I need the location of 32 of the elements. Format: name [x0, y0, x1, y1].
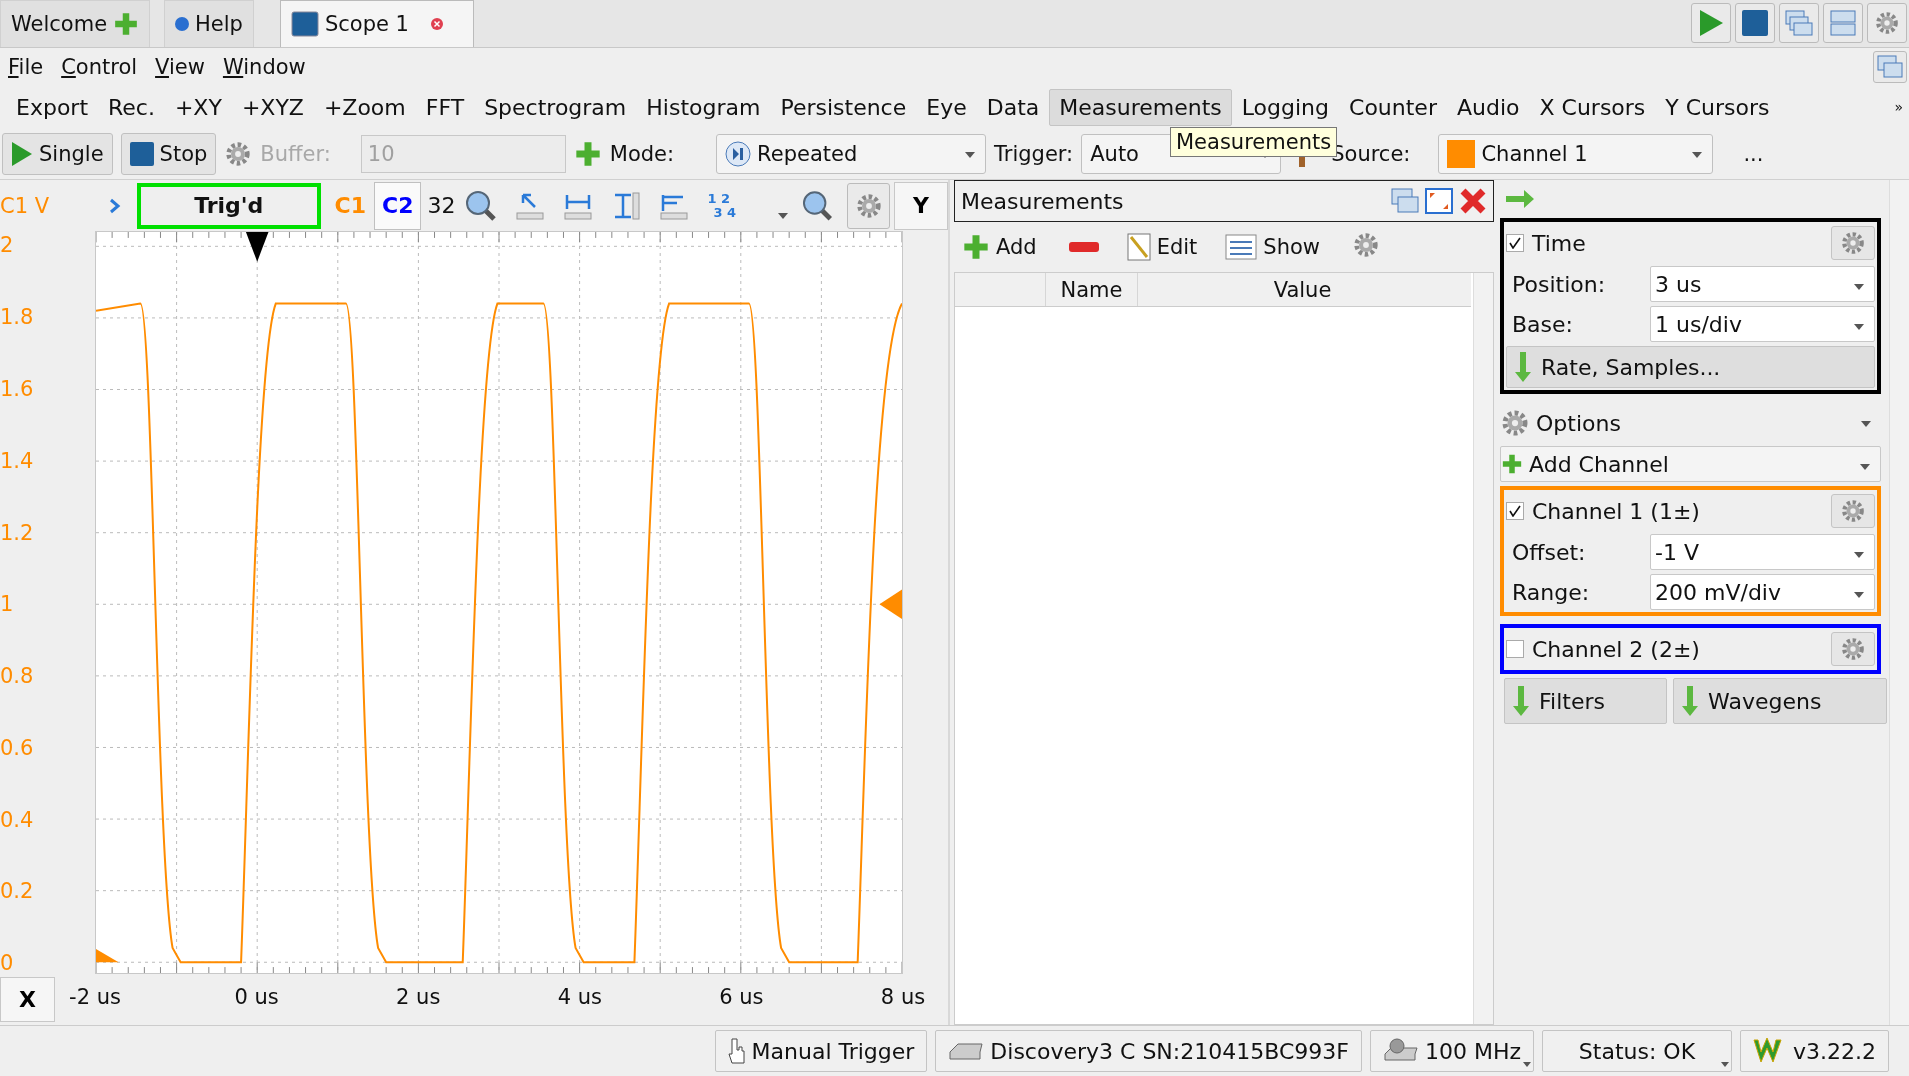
y-tick-label: 1	[0, 592, 14, 617]
x-tick-label: 2 us	[396, 985, 441, 1009]
trigger-label: Trigger:	[994, 141, 1074, 166]
y-tick-label: 0.8	[0, 664, 34, 689]
x-tick-label: 8 us	[880, 985, 926, 1009]
x-tick-label: 6 us	[719, 985, 764, 1009]
count-label: 32	[427, 193, 456, 218]
trigger-status: Trig'd	[136, 182, 321, 229]
x-tick-label: 4 us	[557, 985, 602, 1009]
y-tick-label: 1.6	[0, 376, 34, 401]
field-label: Base:	[1512, 311, 1574, 337]
axis-unit-label: C1 V	[0, 193, 50, 218]
y-tick-label: 0	[0, 951, 14, 976]
group-title: Time	[1532, 230, 1586, 256]
group-title: Channel 2 (2±)	[1532, 636, 1700, 662]
y-tick-label: 1.8	[0, 305, 34, 330]
y-tick-label: 0.6	[0, 735, 34, 760]
y-tick-label: 2	[0, 233, 14, 258]
field-label: Offset:	[1512, 539, 1587, 565]
x-tick-label: 0 us	[234, 985, 279, 1009]
field-label: Range:	[1512, 579, 1591, 605]
y-tick-label: 0.2	[0, 879, 34, 904]
mode-label: Mode:	[609, 141, 675, 166]
panel-title: Measurements	[961, 188, 1124, 214]
y-tick-label: 1.4	[0, 448, 34, 473]
group-title: Channel 1 (1±)	[1532, 498, 1700, 524]
tooltip: Measurements	[1170, 127, 1338, 157]
field-label: Position:	[1512, 271, 1607, 297]
y-tick-label: 0.4	[0, 807, 34, 832]
y-tick-label: 1.2	[0, 520, 34, 545]
x-tick-label: -2 us	[69, 985, 121, 1009]
buffer-label: Buffer:	[260, 141, 331, 166]
